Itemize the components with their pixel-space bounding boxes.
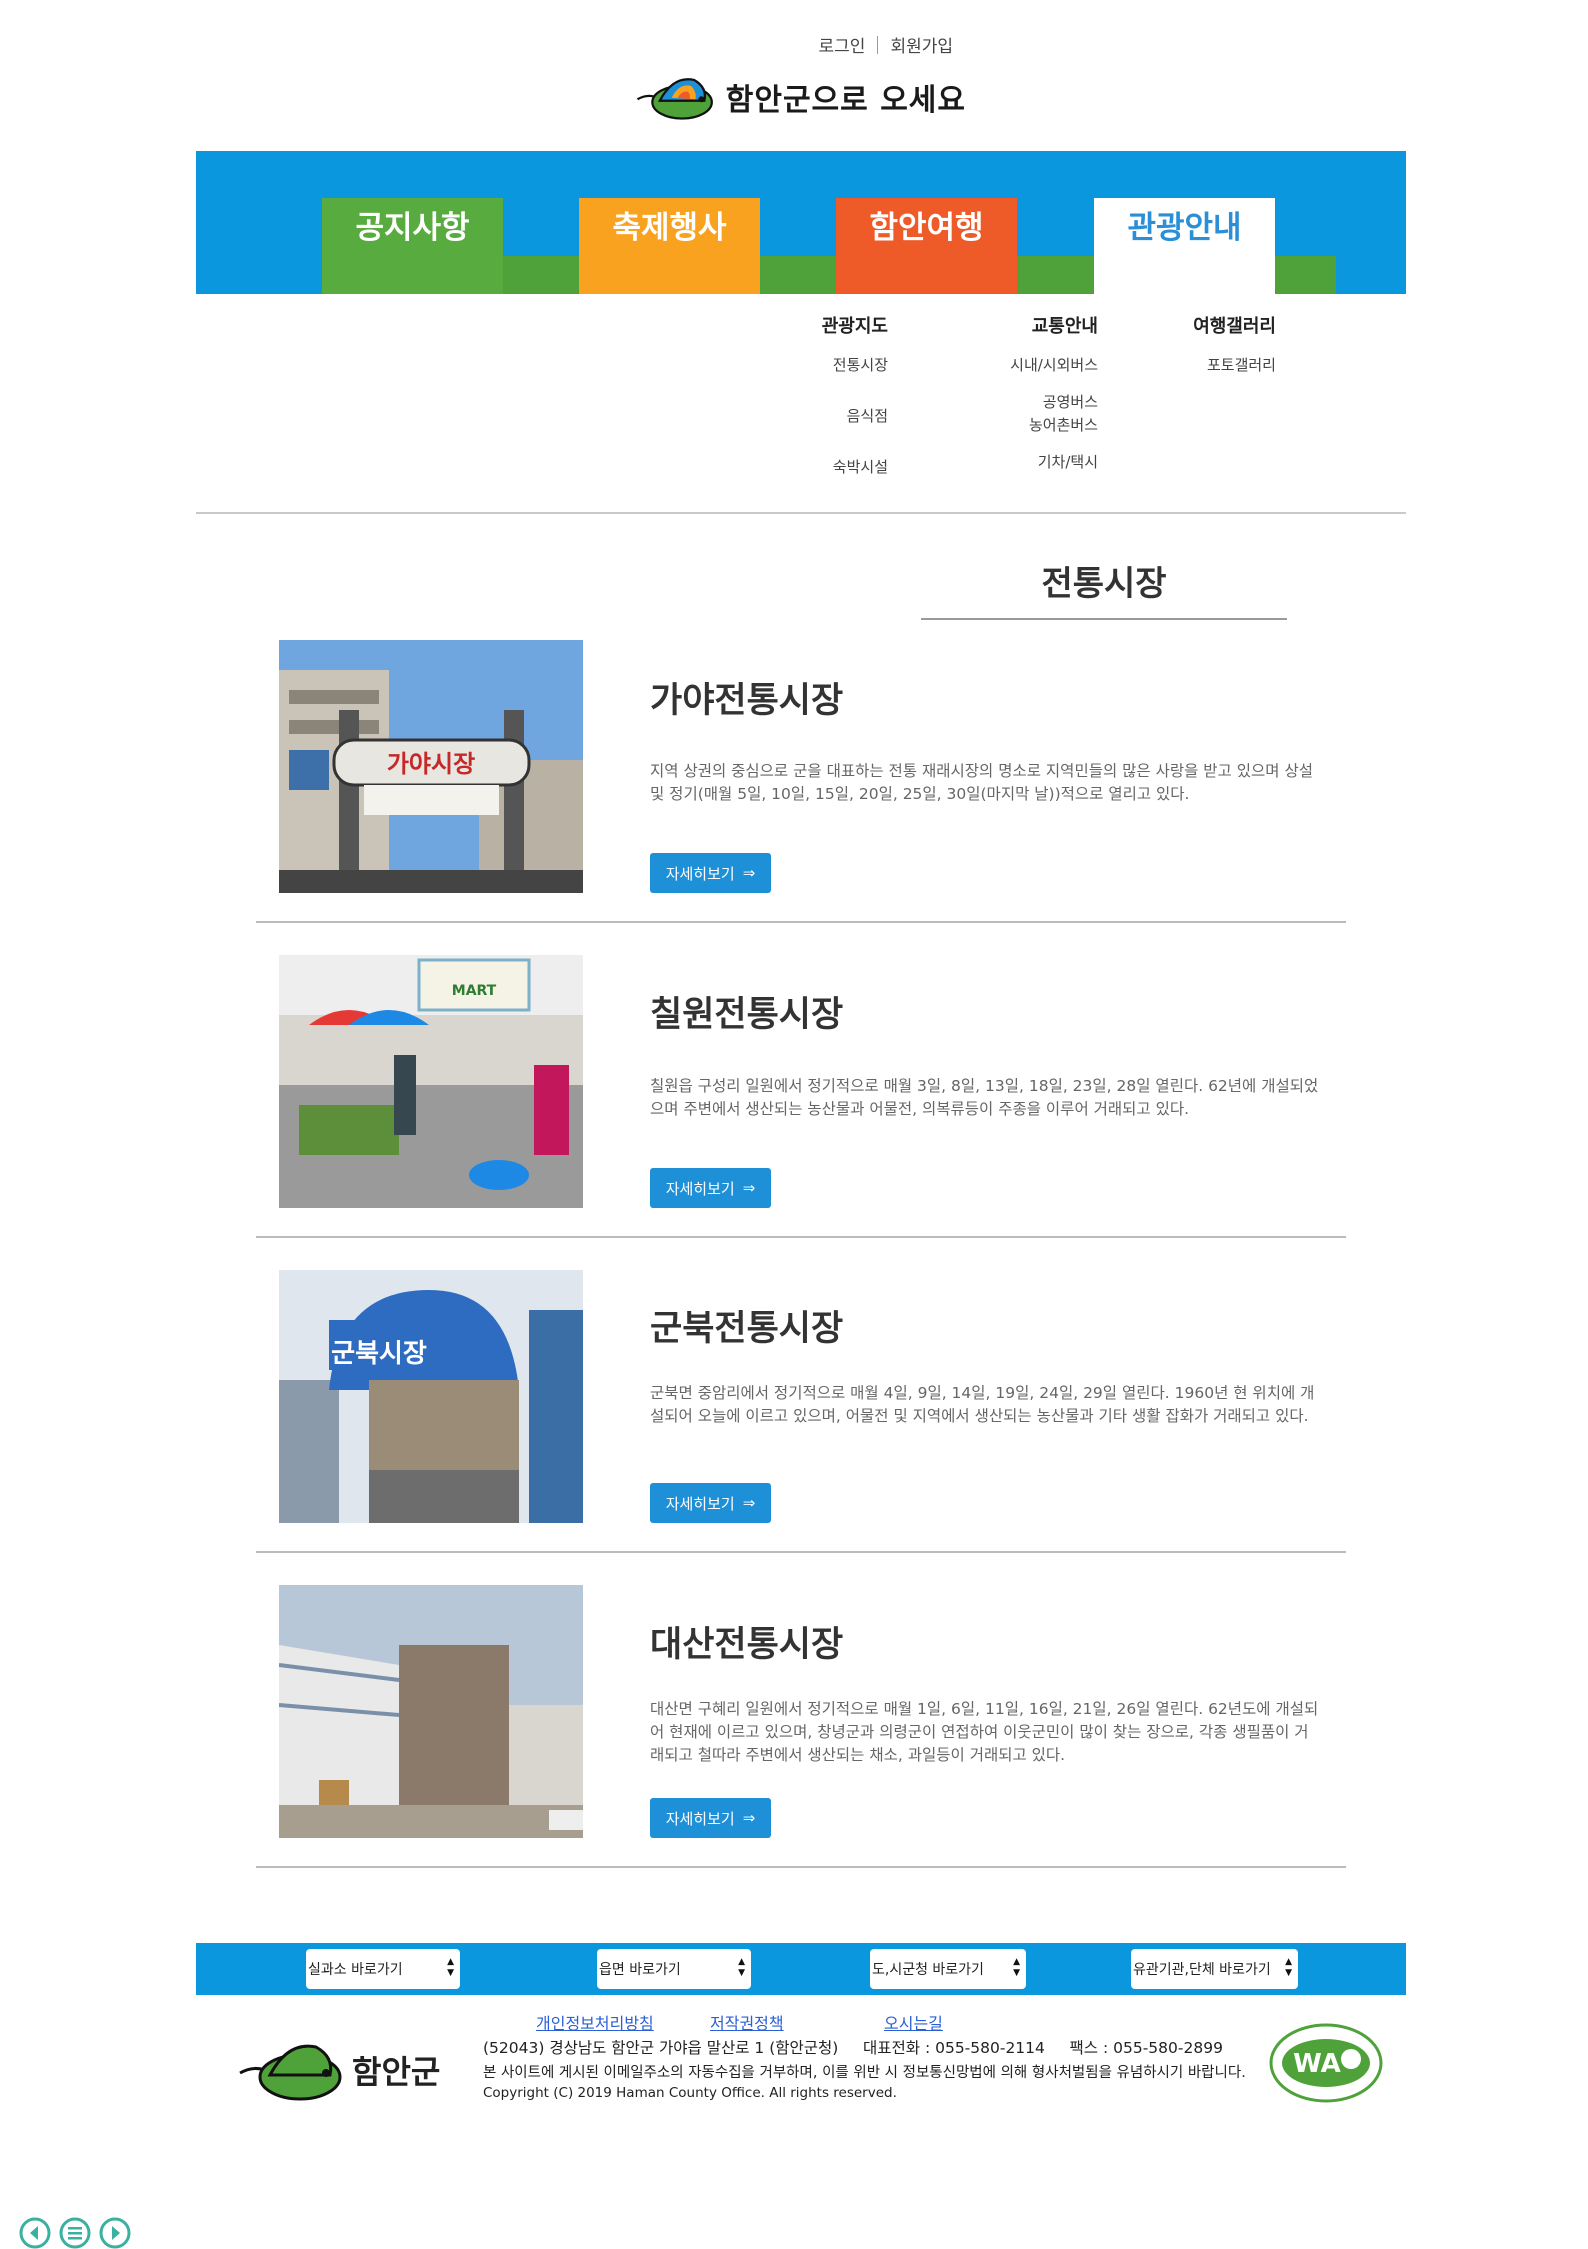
submenu-tourist-map: 관광지도 전통시장 음식점 숙박시설	[822, 312, 888, 477]
select-arrows-icon: ▲ ▼	[1285, 1957, 1292, 1978]
next-icon[interactable]	[99, 2217, 131, 2249]
divider	[256, 1866, 1346, 1868]
submenu-item-restaurant[interactable]: 음식점	[822, 405, 888, 426]
market-sign-text: 가야시장	[387, 750, 475, 778]
select-value: 유관기관,단체 바로가기	[1133, 1962, 1271, 1978]
market-sign-text: 군북시장	[331, 1339, 427, 1369]
submenu-item-public-bus[interactable]: 공영버스	[1010, 391, 1098, 412]
market-description: 군북면 중암리에서 정기적으로 매월 4일, 9일, 14일, 19일, 24일…	[650, 1384, 1315, 1425]
arrow-right-icon: ⇒	[742, 1179, 756, 1197]
submenu-head[interactable]: 관광지도	[822, 312, 888, 338]
market-description: 지역 상권의 중심으로 군을 대표하는 전통 재래시장의 명소로 지역민들의 많…	[650, 762, 1313, 803]
detail-button[interactable]: 자세히보기 ⇒	[650, 1483, 771, 1523]
market-photo-gaya[interactable]: 가야시장	[279, 640, 583, 893]
nav-tab-festival[interactable]: 축제행사	[579, 198, 760, 294]
market-title: 칠원전통시장	[650, 995, 844, 1035]
select-arrows-icon: ▲ ▼	[738, 1957, 745, 1978]
nav-tab-notice[interactable]: 공지사항	[322, 198, 503, 294]
city-quicklink-select[interactable]: 도,시군청 바로가기 ▲ ▼	[870, 1949, 1026, 1989]
detail-button[interactable]: 자세히보기 ⇒	[650, 1798, 771, 1838]
detail-button[interactable]: 자세히보기 ⇒	[650, 853, 771, 893]
arrow-right-icon: ⇒	[742, 1494, 756, 1512]
footer-copyright: Copyright (C) 2019 Haman County Office. …	[483, 2085, 897, 2101]
divider	[256, 921, 1346, 923]
arrow-right-icon: ⇒	[742, 1809, 756, 1827]
submenu-item-photo-gallery[interactable]: 포토갤러리	[1193, 354, 1276, 375]
submenu-item-traditional-market[interactable]: 전통시장	[822, 354, 888, 375]
detail-button-label: 자세히보기	[665, 1179, 735, 1198]
submenu-head[interactable]: 교통안내	[1010, 312, 1098, 338]
select-arrows-icon: ▲ ▼	[447, 1957, 454, 1978]
submenu-item-train-taxi[interactable]: 기차/택시	[1010, 451, 1098, 472]
wa-mark-text: WA	[1293, 2049, 1341, 2079]
menu-icon[interactable]	[59, 2217, 91, 2249]
divider	[256, 1236, 1346, 1238]
privacy-policy-link[interactable]: 개인정보처리방침	[536, 2010, 654, 2034]
town-quicklink-select[interactable]: 읍면 바로가기 ▲ ▼	[597, 1949, 751, 1989]
footer-notice: 본 사이트에 게시된 이메일주소의 자동수집을 거부하며, 이를 위반 시 정보…	[483, 2065, 1246, 2081]
submenu-gallery: 여행갤러리 포토갤러리	[1193, 312, 1276, 375]
detail-button-label: 자세히보기	[665, 1494, 735, 1513]
haman-mascot-icon	[239, 2044, 342, 2100]
signup-link[interactable]: 회원가입	[890, 32, 953, 57]
footer-logo-text: 함안군	[352, 2052, 441, 2091]
divider	[196, 512, 1406, 514]
divider	[256, 1551, 1346, 1553]
web-accessibility-mark: WA	[1267, 2021, 1385, 2105]
site-logo[interactable]: 함안군으로 오세요	[636, 60, 966, 134]
market-photo-daesan[interactable]	[279, 1585, 583, 1838]
select-value: 실과소 바로가기	[308, 1962, 403, 1978]
detail-button-label: 자세히보기	[665, 864, 735, 883]
select-value: 읍면 바로가기	[599, 1962, 681, 1978]
login-link[interactable]: 로그인	[819, 32, 866, 57]
market-photo-gunbuk[interactable]: 군북시장	[279, 1270, 583, 1523]
arrow-right-icon: ⇒	[742, 864, 756, 882]
title-underline	[921, 618, 1287, 620]
top-links: 로그인 회원가입	[819, 32, 953, 57]
detail-button-label: 자세히보기	[665, 1809, 735, 1828]
submenu-item-lodging[interactable]: 숙박시설	[822, 456, 888, 477]
submenu-item-bus[interactable]: 시내/시외버스	[1010, 354, 1098, 375]
page-title: 전통시장	[1041, 564, 1167, 604]
haman-mascot-icon	[636, 78, 713, 120]
market-title: 대산전통시장	[650, 1625, 844, 1665]
submenu-head[interactable]: 여행갤러리	[1193, 312, 1276, 338]
submenu-item-rural-bus[interactable]: 농어촌버스	[1010, 414, 1098, 435]
market-title: 가야전통시장	[650, 681, 844, 721]
copyright-policy-link[interactable]: 저작권정책	[710, 2010, 784, 2034]
market-sign-text: MART	[452, 983, 497, 999]
market-title: 군북전통시장	[650, 1309, 844, 1349]
dept-quicklink-select[interactable]: 실과소 바로가기 ▲ ▼	[306, 1949, 460, 1989]
market-description: 칠원읍 구성리 일원에서 정기적으로 매월 3일, 8일, 13일, 18일, …	[650, 1077, 1319, 1118]
market-description: 대산면 구혜리 일원에서 정기적으로 매월 1일, 6일, 11일, 16일, …	[650, 1700, 1319, 1764]
directions-link[interactable]: 오시는길	[884, 2010, 943, 2034]
select-arrows-icon: ▲ ▼	[1013, 1957, 1020, 1978]
footer-logo: 함안군	[238, 2032, 448, 2107]
footer-address: (52043) 경상남도 함안군 가야읍 말산로 1 (함안군청) 대표전화 :…	[483, 2039, 1223, 2057]
agency-quicklink-select[interactable]: 유관기관,단체 바로가기 ▲ ▼	[1131, 1949, 1298, 1989]
detail-button[interactable]: 자세히보기 ⇒	[650, 1168, 771, 1208]
previous-icon[interactable]	[19, 2217, 51, 2249]
submenu-transport: 교통안내 시내/시외버스 공영버스 농어촌버스 기차/택시	[1010, 312, 1098, 472]
divider	[877, 35, 879, 54]
logo-text: 함안군으로 오세요	[725, 83, 966, 118]
nav-tab-tour-info[interactable]: 관광안내	[1094, 198, 1275, 294]
nav-tab-travel[interactable]: 함안여행	[836, 198, 1017, 294]
market-photo-chilwon[interactable]: MART	[279, 955, 583, 1208]
select-value: 도,시군청 바로가기	[872, 1962, 984, 1978]
